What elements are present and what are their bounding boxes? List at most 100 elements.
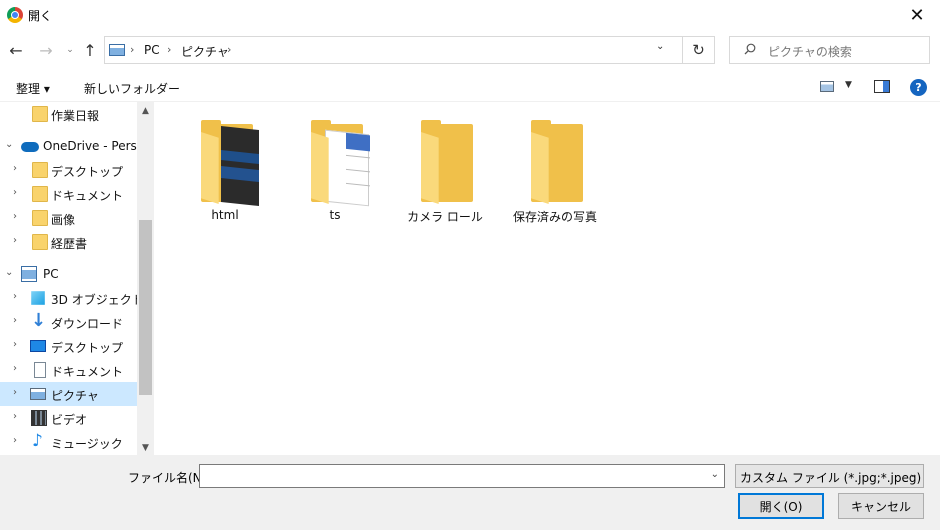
chevron-right-icon[interactable]: › (13, 315, 17, 326)
nav-item-pc[interactable]: ⌄ PC (0, 262, 137, 286)
nav-label: デスクトップ (51, 341, 124, 355)
chevron-right-icon[interactable]: › (13, 387, 17, 398)
nav-item-documents[interactable]: › ドキュメント (0, 358, 137, 382)
title-bar: 開く ✕ (0, 0, 940, 30)
search-placeholder: ピクチャの検索 (768, 45, 852, 59)
scroll-thumb[interactable] (139, 220, 152, 395)
breadcrumb-pc[interactable]: PC (144, 43, 160, 57)
close-icon: ✕ (909, 4, 925, 26)
chevron-right-icon[interactable]: › (13, 291, 17, 302)
preview-pane-icon[interactable] (874, 80, 890, 93)
nav-label: ダウンロード (51, 317, 124, 331)
cancel-button[interactable]: キャンセル (838, 493, 924, 519)
arrow-right-icon: → (39, 40, 53, 60)
address-bar[interactable]: › PC › ピクチャ › (104, 36, 683, 64)
pc-icon (21, 266, 37, 282)
folder-tile-camera-roll[interactable]: カメラ ロール (395, 118, 495, 228)
up-button[interactable]: ↑ (80, 38, 100, 62)
3d-objects-icon (31, 291, 45, 305)
chevron-right-icon[interactable]: › (13, 235, 17, 246)
nav-item-onedrive[interactable]: ⌄ OneDrive - Person (0, 134, 152, 158)
chevron-right-icon[interactable]: › (13, 363, 17, 374)
breadcrumb-separator-icon[interactable]: › (167, 43, 171, 56)
folder-icon (201, 120, 259, 206)
dialog-footer: ファイル名(N): ⌄ カスタム ファイル (*.jpg;*.jpeg) ⌄ 開… (0, 455, 940, 530)
nav-item-od-documents[interactable]: › ドキュメント (0, 182, 137, 206)
nav-label: OneDrive - Person (43, 139, 152, 153)
nav-item-desktop[interactable]: › デスクトップ (0, 334, 137, 358)
back-button[interactable]: ← (6, 38, 26, 62)
open-button-label: 開く(O) (759, 499, 803, 514)
file-type-value: カスタム ファイル (*.jpg;*.jpeg) (740, 471, 922, 485)
chevron-down-icon[interactable]: ⌄ (5, 139, 13, 150)
filename-input[interactable]: ⌄ (199, 464, 725, 488)
chevron-right-icon[interactable]: › (13, 211, 17, 222)
chevron-right-icon[interactable]: › (13, 435, 17, 446)
refresh-button[interactable]: ↻ (683, 36, 715, 64)
nav-item-od-images[interactable]: › 画像 (0, 206, 137, 230)
nav-item-3d-objects[interactable]: › 3D オブジェクト (0, 286, 144, 310)
breadcrumb-separator-icon[interactable]: › (227, 43, 231, 56)
scroll-up-icon[interactable]: ▲ (137, 106, 154, 116)
chevron-down-icon[interactable]: ⌄ (711, 469, 719, 480)
folder-icon (311, 120, 370, 207)
folder-tile-html[interactable]: html (175, 118, 275, 228)
folder-tile-saved-pictures[interactable]: 保存済みの写真 (505, 118, 605, 228)
nav-item-music[interactable]: › ミュージック (0, 430, 137, 454)
nav-item-od-resume[interactable]: › 経歴書 (0, 230, 137, 254)
window-title: 開く (28, 9, 53, 23)
chevron-right-icon[interactable]: › (13, 339, 17, 350)
search-icon (744, 43, 756, 55)
search-box[interactable]: ピクチャの検索 (729, 36, 930, 64)
arrow-left-icon: ← (9, 40, 23, 60)
pictures-icon (109, 44, 125, 56)
breadcrumb-pictures[interactable]: ピクチャ (181, 43, 229, 60)
nav-label: ドキュメント (51, 189, 124, 203)
forward-button[interactable]: → (36, 38, 56, 62)
cancel-button-label: キャンセル (850, 499, 911, 514)
nav-item-od-desktop[interactable]: › デスクトップ (0, 158, 137, 182)
nav-item-downloads[interactable]: › ダウンロード (0, 310, 137, 334)
organize-menu[interactable]: 整理 ▾ (16, 80, 50, 97)
chevron-right-icon[interactable]: › (13, 187, 17, 198)
folder-icon (421, 120, 473, 204)
nav-label: 3D オブジェクト (51, 293, 144, 307)
nav-label: ピクチャ (51, 389, 99, 403)
nav-label: PC (43, 267, 59, 281)
folder-icon (32, 106, 48, 122)
refresh-icon: ↻ (692, 41, 705, 59)
file-type-select[interactable]: カスタム ファイル (*.jpg;*.jpeg) ⌄ (735, 464, 924, 488)
scroll-down-icon[interactable]: ▼ (137, 443, 154, 453)
command-bar: 整理 ▾ 新しいフォルダー (0, 72, 940, 102)
new-folder-button[interactable]: 新しいフォルダー (84, 80, 180, 97)
open-file-dialog: 開く ✕ ← → ⌄ ↑ › PC › ピクチャ › ⌄ ↻ ピクチャの検索 整… (0, 0, 940, 530)
nav-item-pictures[interactable]: › ピクチャ (0, 382, 137, 406)
chevron-right-icon[interactable]: › (13, 411, 17, 422)
folder-icon (32, 186, 48, 202)
open-button[interactable]: 開く(O) (738, 493, 824, 519)
nav-scrollbar[interactable]: ▲ ▼ (137, 102, 154, 455)
view-dropdown-icon[interactable]: ▼ (845, 80, 852, 90)
arrow-up-icon: ↑ (83, 40, 97, 60)
document-icon (34, 362, 46, 378)
address-dropdown-icon[interactable]: ⌄ (656, 41, 664, 52)
download-icon (31, 310, 47, 331)
chevron-right-icon[interactable]: › (13, 163, 17, 174)
folder-tile-ts[interactable]: ts (285, 118, 385, 228)
help-icon[interactable]: ? (910, 79, 927, 96)
navigation-pane: 作業日報 ⌄ OneDrive - Person › デスクトップ › ドキュメ… (0, 102, 155, 455)
nav-label: ドキュメント (51, 365, 124, 379)
recent-locations-button[interactable]: ⌄ (60, 38, 80, 62)
chevron-down-icon: ⌄ (908, 469, 917, 480)
folder-icon (32, 234, 48, 250)
chevron-down-icon[interactable]: ⌄ (5, 267, 13, 278)
folder-icon (32, 210, 48, 226)
close-button[interactable]: ✕ (894, 0, 940, 30)
nav-item-videos[interactable]: › ビデオ (0, 406, 137, 430)
nav-label: デスクトップ (51, 165, 124, 179)
folder-label: カメラ ロール (407, 210, 483, 224)
view-options-icon[interactable] (820, 81, 834, 92)
breadcrumb-separator-icon[interactable]: › (130, 43, 134, 56)
nav-label: 作業日報 (51, 109, 100, 123)
nav-item-work-log[interactable]: 作業日報 (0, 102, 137, 126)
